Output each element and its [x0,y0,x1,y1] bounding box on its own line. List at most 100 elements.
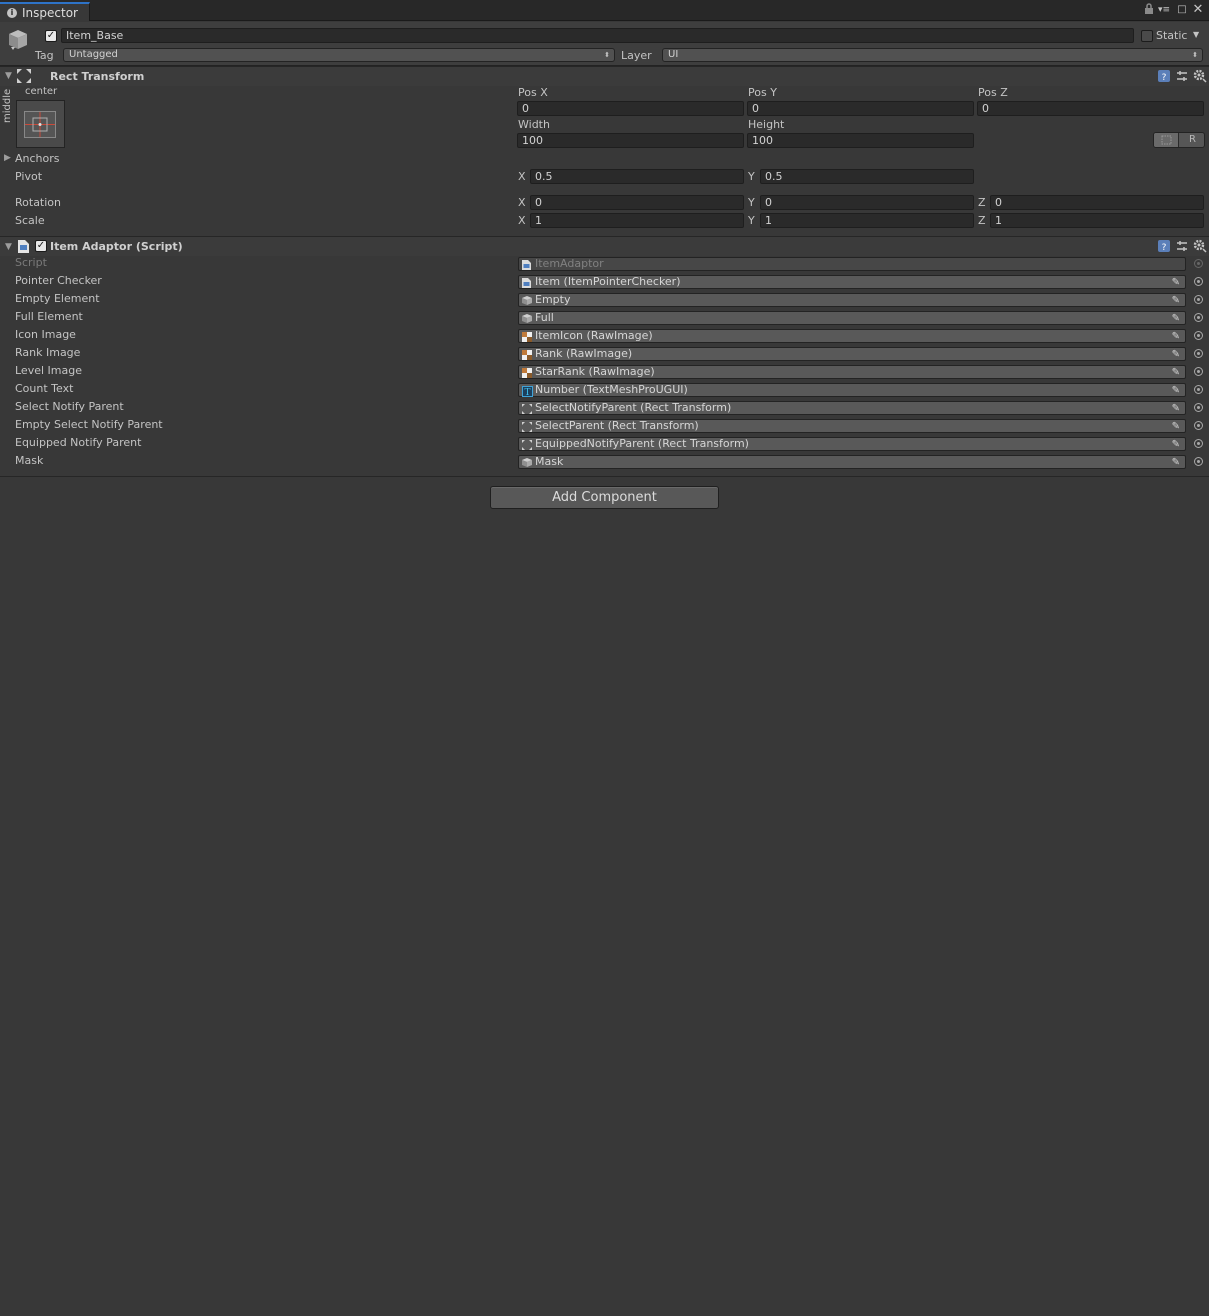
active-checkbox[interactable]: ✓ [45,30,57,42]
anchors-foldout-icon[interactable]: ▶ [4,153,11,163]
foldout-expanded-icon[interactable]: ▼ [5,242,12,252]
blueprint-mode-button[interactable] [1154,133,1179,147]
context-menu-icon[interactable]: ▾≡ [1157,3,1171,17]
static-checkbox[interactable] [1141,30,1153,42]
object-field-value: SelectNotifyParent (Rect Transform) [535,401,732,414]
width-input[interactable]: 100 [517,133,744,148]
object-field-value: Item (ItemPointerChecker) [535,275,681,288]
scale-x-input[interactable]: 1 [530,213,744,228]
object-field[interactable]: Full ✎ [518,311,1186,325]
object-picker-icon[interactable] [1194,457,1203,466]
rot-x-input[interactable]: 0 [530,195,744,210]
rot-z-input[interactable]: 0 [990,195,1204,210]
pencil-icon[interactable]: ✎ [1172,349,1180,360]
object-picker-icon[interactable] [1194,295,1203,304]
object-field[interactable]: Item (ItemPointerChecker) ✎ [518,275,1186,289]
tag-dropdown[interactable]: Untagged ⬍ [63,48,615,62]
object-picker-icon[interactable] [1194,403,1203,412]
anchors-label[interactable]: Anchors [15,152,60,165]
preset-icon[interactable] [1176,70,1188,82]
object-picker-icon[interactable] [1194,439,1203,448]
pencil-icon[interactable]: ✎ [1172,385,1180,396]
pencil-icon[interactable]: ✎ [1172,421,1180,432]
field-label: Empty Element [15,292,100,305]
recttransform-icon [522,404,532,414]
rect-transform-title: Rect Transform [50,70,145,83]
preset-icon[interactable] [1176,240,1188,252]
object-field[interactable]: Mask ✎ [518,455,1186,469]
help-icon[interactable]: ? [1158,70,1170,83]
pencil-icon[interactable]: ✎ [1172,457,1180,468]
field-label: Icon Image [15,328,76,341]
anchor-preset-icon [24,111,56,138]
tab-inspector[interactable]: i Inspector [0,2,90,21]
component-enabled-checkbox[interactable]: ✓ [35,240,47,252]
blueprint-raw-buttons: R [1153,132,1205,148]
pencil-icon[interactable]: ✎ [1172,439,1180,450]
object-field[interactable]: StarRank (RawImage) ✎ [518,365,1186,379]
object-field[interactable]: SelectNotifyParent (Rect Transform) ✎ [518,401,1186,415]
field-label: Empty Select Notify Parent [15,418,163,431]
pencil-icon[interactable]: ✎ [1172,277,1180,288]
rawimage-icon [522,332,532,342]
layer-dropdown[interactable]: UI ⬍ [662,48,1203,62]
object-field[interactable]: SelectParent (Rect Transform) ✎ [518,419,1186,433]
object-field[interactable]: EquippedNotifyParent (Rect Transform) ✎ [518,437,1186,451]
object-picker-icon[interactable] [1194,349,1203,358]
textmeshpro-icon: T [522,386,533,398]
object-field[interactable]: ItemIcon (RawImage) ✎ [518,329,1186,343]
posx-input[interactable]: 0 [517,101,744,116]
pencil-icon[interactable]: ✎ [1172,331,1180,342]
object-field[interactable]: T Number (TextMeshProUGUI) ✎ [518,383,1186,398]
object-picker-icon[interactable] [1194,277,1203,286]
lock-icon[interactable] [1142,3,1156,17]
pivot-y-input[interactable]: 0.5 [760,169,974,184]
object-name-input[interactable]: Item_Base [61,28,1134,43]
gear-icon[interactable] [1193,69,1207,83]
object-picker-icon[interactable] [1194,421,1203,430]
help-icon[interactable]: ? [1158,240,1170,253]
object-picker-icon[interactable] [1194,367,1203,376]
gameobject-icon [522,296,532,305]
scale-z-input[interactable]: 1 [990,213,1204,228]
posy-input[interactable]: 0 [747,101,974,116]
add-component-button[interactable]: Add Component [490,486,719,509]
object-field-value: ItemAdaptor [535,257,604,270]
object-field-value: Rank (RawImage) [535,347,633,360]
pencil-icon[interactable]: ✎ [1172,313,1180,324]
object-field-value: StarRank (RawImage) [535,365,655,378]
rot-x-axis-label: X [518,196,526,209]
field-label: Select Notify Parent [15,400,124,413]
object-picker-icon[interactable] [1194,331,1203,340]
foldout-expanded-icon[interactable]: ▼ [5,71,12,81]
pencil-icon[interactable]: ✎ [1172,367,1180,378]
scale-x-axis-label: X [518,214,526,227]
pivot-x-input[interactable]: 0.5 [530,169,744,184]
object-picker-icon[interactable] [1194,313,1203,322]
field-label: Rank Image [15,346,81,359]
rot-y-axis-label: Y [748,196,755,209]
rawimage-icon [522,350,532,360]
rect-transform-header[interactable] [0,66,1209,86]
object-field[interactable]: Empty ✎ [518,293,1186,307]
object-field-value: EquippedNotifyParent (Rect Transform) [535,437,749,450]
posz-input[interactable]: 0 [977,101,1204,116]
gear-icon[interactable] [1193,239,1207,253]
tab-label: Inspector [22,6,78,20]
pencil-icon[interactable]: ✎ [1172,295,1180,306]
posx-label: Pos X [518,86,548,99]
object-field[interactable]: Rank (RawImage) ✎ [518,347,1186,361]
maximize-icon[interactable]: □ [1175,3,1189,17]
static-dropdown-icon[interactable]: ▼ [1193,30,1199,39]
gameobject-icon [522,314,532,323]
pencil-icon[interactable]: ✎ [1172,403,1180,414]
dropdown-arrow-icon: ⬍ [1192,51,1198,59]
raw-edit-button[interactable]: R [1180,133,1205,147]
rot-y-input[interactable]: 0 [760,195,974,210]
field-label: Level Image [15,364,82,377]
height-input[interactable]: 100 [747,133,974,148]
close-icon[interactable]: ✕ [1191,3,1205,17]
dropdown-arrow-icon: ⬍ [604,51,610,59]
scale-y-input[interactable]: 1 [760,213,974,228]
object-picker-icon[interactable] [1194,385,1203,394]
